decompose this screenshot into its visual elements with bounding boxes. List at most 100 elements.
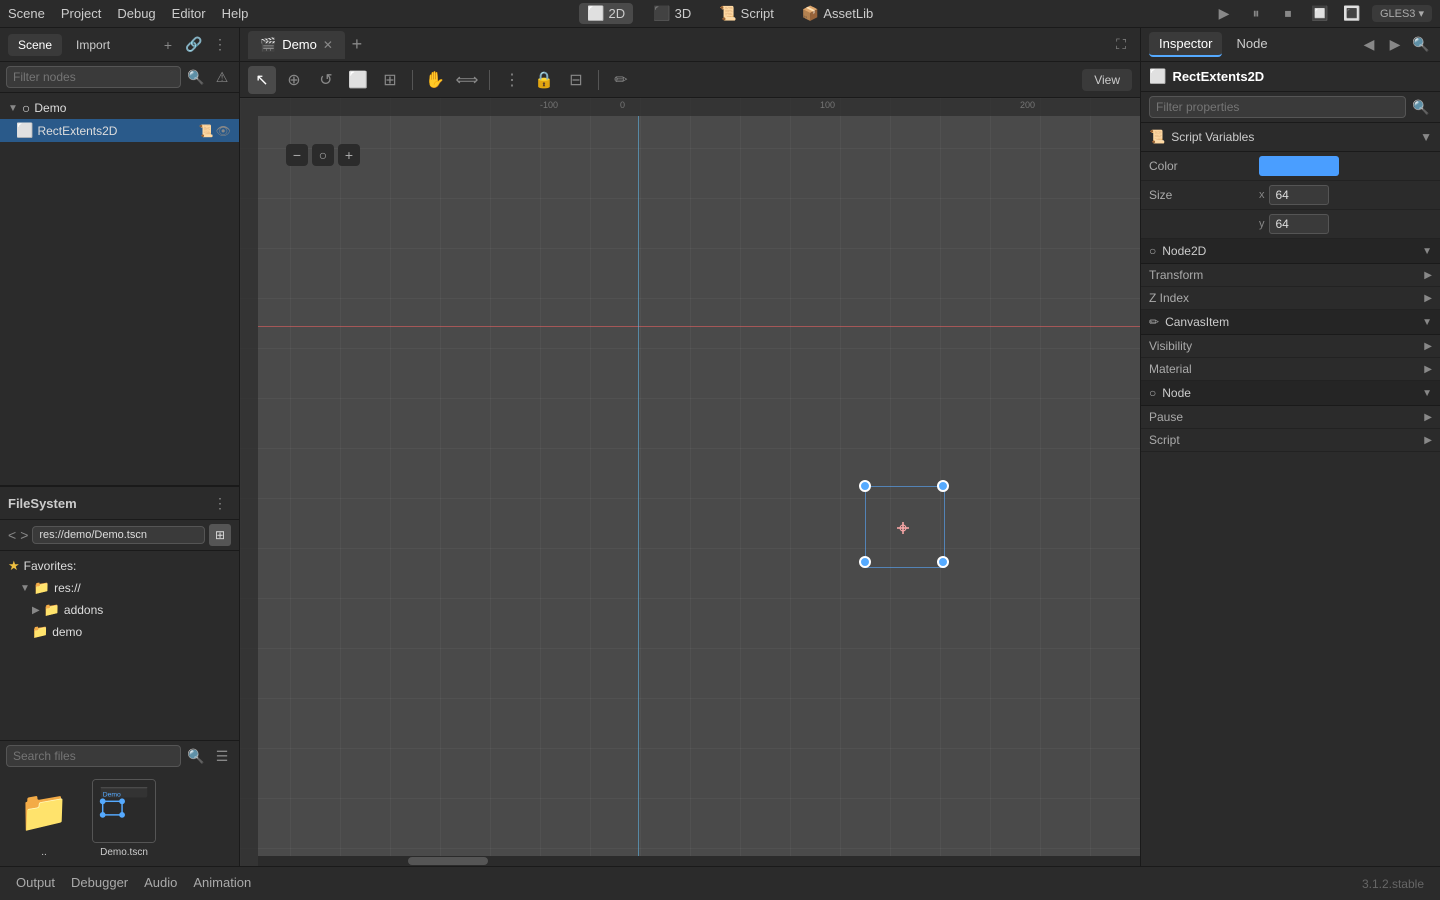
add-node-button[interactable]: + [157, 34, 179, 56]
script-row[interactable]: Script ▶ [1141, 429, 1440, 452]
add-viewport-tab[interactable]: + [345, 33, 369, 57]
demo-scene-thumb[interactable]: Demo Demo.tscn [88, 779, 160, 858]
menu-editor[interactable]: Editor [172, 6, 206, 21]
instance-scene-button[interactable]: 🔗 [183, 34, 205, 56]
handle-top-left[interactable] [859, 480, 871, 492]
file-search-input[interactable] [6, 745, 181, 767]
stop-button[interactable]: ⏹ [1276, 2, 1300, 26]
path-back-button[interactable]: < [8, 527, 16, 543]
menu-scene[interactable]: Scene [8, 6, 45, 21]
node-section[interactable]: ○ Node ▼ [1141, 381, 1440, 406]
tool-hand[interactable]: ✋ [421, 66, 449, 94]
res-root-item[interactable]: ▼ 📁 res:// [0, 577, 239, 599]
size-y-input[interactable] [1269, 214, 1329, 234]
tab-node[interactable]: Node [1226, 32, 1277, 57]
tool-rect[interactable]: ⊞ [376, 66, 404, 94]
inspector-history-forward[interactable]: ▶ [1384, 34, 1406, 56]
material-row[interactable]: Material ▶ [1141, 358, 1440, 381]
inspector-history-back[interactable]: ◀ [1358, 34, 1380, 56]
mode-2d[interactable]: ⬜ 2D [579, 3, 633, 24]
menu-project[interactable]: Project [61, 6, 101, 21]
tab-scene[interactable]: Scene [8, 34, 62, 56]
res-folder-icon: 📁 [34, 580, 50, 596]
property-filter-search-icon[interactable]: 🔍 [1410, 96, 1432, 118]
demo-folder-item[interactable]: 📁 demo [0, 621, 239, 643]
mode-3d[interactable]: ⬛ 3D [645, 3, 699, 24]
viewport-tab-demo[interactable]: 🎬 Demo ✕ [248, 31, 345, 59]
size-x-label: x [1259, 189, 1265, 201]
size-x-input[interactable] [1269, 185, 1329, 205]
zindex-row[interactable]: Z Index ▶ [1141, 287, 1440, 310]
mode-script[interactable]: 📜 Script [711, 3, 782, 24]
scene-panel-header: Scene Import + 🔗 ⋮ [0, 28, 239, 62]
tab-inspector[interactable]: Inspector [1149, 32, 1222, 57]
tool-zoom[interactable]: ⟺ [453, 66, 481, 94]
scrollbar-thumb[interactable] [408, 857, 488, 865]
tab-import[interactable]: Import [66, 34, 120, 56]
tab-debugger[interactable]: Debugger [71, 871, 128, 896]
property-filter-input[interactable] [1149, 96, 1406, 118]
size-property-row: Size x [1141, 181, 1440, 210]
tool-bones[interactable]: ✏ [607, 66, 635, 94]
zoom-out-button[interactable]: − [286, 144, 308, 166]
file-list-view-button[interactable]: ☰ [211, 745, 233, 767]
handle-bottom-left[interactable] [859, 556, 871, 568]
tool-scale[interactable]: ⬜ [344, 66, 372, 94]
viewport-tab-icon: 🎬 [260, 37, 276, 53]
filesystem-options-button[interactable]: ⋮ [209, 492, 231, 514]
tool-snap-more[interactable]: ⋮ [498, 66, 526, 94]
menu-help[interactable]: Help [222, 6, 249, 21]
remote-button[interactable]: 🔲 [1308, 2, 1332, 26]
path-forward-button[interactable]: > [20, 527, 28, 543]
tab-animation[interactable]: Animation [193, 871, 251, 896]
handle-top-right[interactable] [937, 480, 949, 492]
node-visibility-action[interactable]: 👁 [216, 124, 231, 138]
parent-folder-thumb[interactable]: 📁 .. [8, 779, 80, 858]
center-handle[interactable] [895, 520, 911, 536]
gles-selector[interactable]: GLES3 ▾ [1372, 5, 1432, 22]
demo-scene-icon: Demo [92, 779, 156, 843]
node2d-icon: ○ [1149, 244, 1156, 258]
pause-button[interactable]: ⏸ [1244, 2, 1268, 26]
node2d-section[interactable]: ○ Node2D ▼ [1141, 239, 1440, 264]
fullscreen-button[interactable]: ⛶ [1110, 34, 1132, 56]
horizontal-scrollbar[interactable] [258, 856, 1140, 866]
tree-node-rectextents2d[interactable]: ⬜ RectExtents2D 📜 👁 [0, 119, 239, 142]
tab-output[interactable]: Output [16, 871, 55, 896]
script-variables-section[interactable]: 📜 Script Variables ▼ [1141, 123, 1440, 152]
tool-group[interactable]: ⊟ [562, 66, 590, 94]
tab-audio[interactable]: Audio [144, 871, 177, 896]
transform-row[interactable]: Transform ▶ [1141, 264, 1440, 287]
mode-assetlib[interactable]: 📦 AssetLib [794, 3, 881, 24]
menu-debug[interactable]: Debug [117, 6, 155, 21]
inspector-object-button[interactable]: 🔍 [1410, 34, 1432, 56]
tool-move[interactable]: ⊕ [280, 66, 308, 94]
filter-search-icon[interactable]: 🔍 [185, 66, 207, 88]
color-picker-button[interactable] [1259, 156, 1339, 176]
movie-button[interactable]: 🔳 [1340, 2, 1364, 26]
viewport-tab-close[interactable]: ✕ [323, 38, 333, 52]
pause-row[interactable]: Pause ▶ [1141, 406, 1440, 429]
path-view-button[interactable]: ⊞ [209, 524, 231, 546]
zoom-in-button[interactable]: + [338, 144, 360, 166]
file-search-icon[interactable]: 🔍 [185, 745, 207, 767]
tool-rotate[interactable]: ↺ [312, 66, 340, 94]
tool-select[interactable]: ↖ [248, 66, 276, 94]
tool-lock[interactable]: 🔒 [530, 66, 558, 94]
play-button[interactable]: ▶ [1212, 2, 1236, 26]
tree-node-demo[interactable]: ▼ ○ Demo [0, 97, 239, 119]
zoom-reset-button[interactable]: ○ [312, 144, 334, 166]
view-button[interactable]: View [1082, 69, 1132, 91]
node-script-action[interactable]: 📜 [199, 124, 214, 138]
scene-options-button[interactable]: ⋮ [209, 34, 231, 56]
canvasitem-section[interactable]: ✏ CanvasItem ▼ [1141, 310, 1440, 335]
vertical-guide [638, 116, 639, 866]
node-filter-input[interactable] [6, 66, 181, 88]
visibility-row[interactable]: Visibility ▶ [1141, 335, 1440, 358]
canvas-area[interactable]: -100 0 100 200 300 [240, 98, 1140, 866]
scene-tree: ▼ ○ Demo ⬜ RectExtents2D 📜 👁 [0, 93, 239, 485]
favorites-header[interactable]: ★ Favorites: [0, 555, 239, 577]
handle-bottom-right[interactable] [937, 556, 949, 568]
addons-folder-item[interactable]: ▶ 📁 addons [0, 599, 239, 621]
scene-warning-button[interactable]: ⚠ [211, 66, 233, 88]
